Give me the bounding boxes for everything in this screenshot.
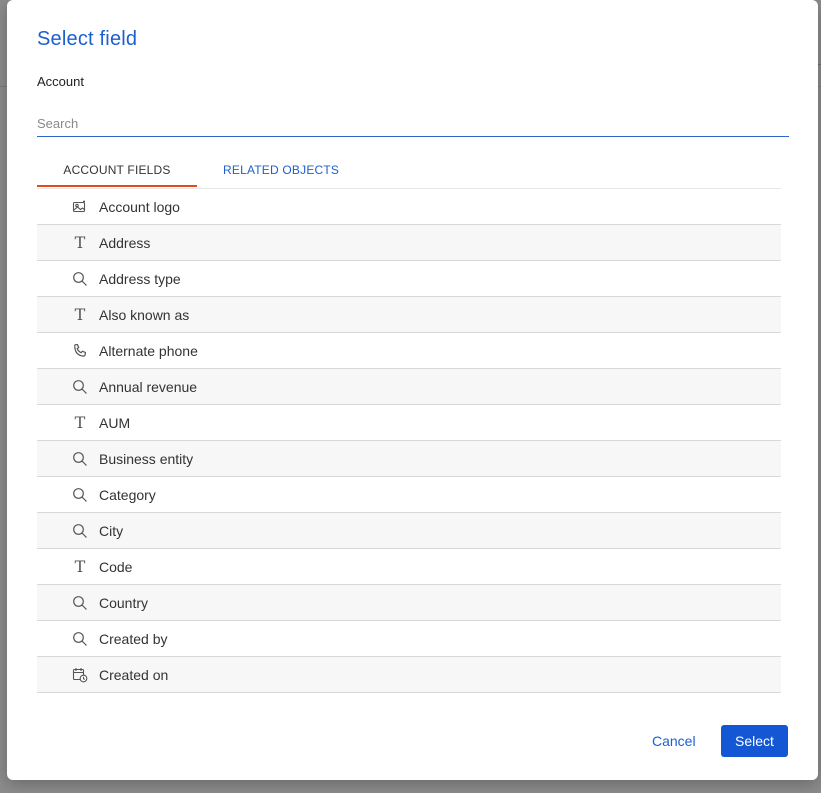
list-item[interactable]: Category (37, 477, 781, 513)
lookup-icon (71, 486, 89, 504)
field-label: Address (99, 234, 151, 251)
tab-bar: ACCOUNT FIELDS RELATED OBJECTS (37, 154, 781, 189)
object-name-label: Account (37, 74, 84, 89)
list-item[interactable]: Address type (37, 261, 781, 297)
field-label: Annual revenue (99, 378, 198, 395)
list-item[interactable]: T AUM (37, 405, 781, 441)
image-icon (71, 198, 89, 216)
list-item[interactable]: T Code (37, 549, 781, 585)
text-icon: T (74, 412, 86, 432)
list-item[interactable]: City (37, 513, 781, 549)
field-label: Created on (99, 666, 169, 683)
cancel-button[interactable]: Cancel (644, 725, 704, 757)
field-label: Alternate phone (99, 342, 198, 359)
list-item[interactable]: T Address (37, 225, 781, 261)
list-item[interactable]: Alternate phone (37, 333, 781, 369)
lookup-icon (71, 270, 89, 288)
list-item[interactable]: Created by (37, 621, 781, 657)
field-label: Business entity (99, 450, 194, 467)
field-label: City (99, 522, 124, 539)
lookup-icon (71, 594, 89, 612)
dialog-title: Select field (37, 28, 138, 50)
list-item[interactable]: T Also known as (37, 297, 781, 333)
field-label: Category (99, 486, 156, 503)
lookup-icon (71, 378, 89, 396)
field-label: Country (99, 594, 149, 611)
field-label: Created by (99, 630, 168, 647)
lookup-icon (71, 522, 89, 540)
lookup-icon (71, 630, 89, 648)
list-item[interactable]: Account logo (37, 189, 781, 225)
list-item[interactable]: Created on (37, 657, 781, 693)
field-label: Also known as (99, 306, 190, 323)
field-label: Address type (99, 270, 181, 287)
phone-icon (71, 342, 89, 360)
text-icon: T (74, 232, 86, 252)
select-field-dialog: Select field Account ACCOUNT FIELDS RELA… (7, 0, 818, 780)
datetime-icon (71, 666, 89, 684)
list-item[interactable]: Annual revenue (37, 369, 781, 405)
field-list[interactable]: Account logo T Address Address type T Al… (37, 189, 781, 712)
text-icon: T (74, 304, 86, 324)
select-button[interactable]: Select (721, 725, 788, 757)
lookup-icon (71, 450, 89, 468)
field-label: AUM (99, 414, 131, 431)
field-label: Code (99, 558, 133, 575)
field-label: Account logo (99, 198, 180, 215)
tab-related-objects[interactable]: RELATED OBJECTS (223, 154, 339, 187)
tab-account-fields[interactable]: ACCOUNT FIELDS (37, 154, 197, 187)
text-icon: T (74, 556, 86, 576)
list-item[interactable]: Business entity (37, 441, 781, 477)
list-item[interactable]: Country (37, 585, 781, 621)
search-input[interactable] (37, 110, 789, 137)
